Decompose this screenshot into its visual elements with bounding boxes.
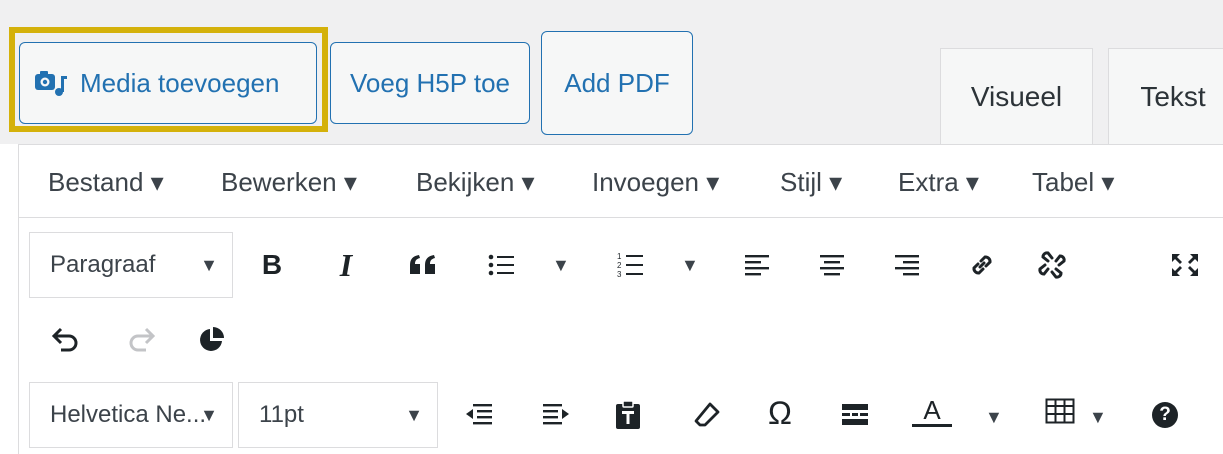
block-format-value: Paragraaf [50, 251, 156, 278]
menu-edit[interactable]: Bewerken ▾ [221, 167, 357, 198]
help-button[interactable]: ? [1148, 398, 1182, 432]
menu-insert[interactable]: Invoegen ▾ [592, 167, 719, 198]
font-family-value: Helvetica Ne... [50, 401, 207, 428]
numbered-list-icon: 123 [616, 251, 644, 279]
undo-button[interactable] [49, 323, 83, 357]
blockquote-icon [408, 254, 438, 276]
menu-file[interactable]: Bestand ▾ [48, 167, 164, 198]
redo-button[interactable] [124, 323, 158, 357]
add-h5p-button[interactable]: Voeg H5P toe [330, 42, 530, 124]
special-char-icon: Ω [768, 394, 792, 431]
help-icon: ? [1152, 402, 1178, 428]
add-pdf-button[interactable]: Add PDF [541, 31, 693, 135]
add-media-label: Media toevoegen [80, 67, 280, 98]
align-right-button[interactable] [890, 248, 924, 282]
table-icon [1045, 398, 1075, 424]
menu-view[interactable]: Bekijken ▾ [416, 167, 535, 198]
bullet-list-dropdown-icon[interactable]: ▼ [552, 255, 570, 276]
tab-visual-label: Visueel [970, 80, 1063, 112]
tab-visual[interactable]: Visueel [940, 48, 1093, 144]
svg-text:3: 3 [617, 270, 622, 279]
chart-button[interactable] [194, 323, 228, 357]
chevron-down-icon: ▼ [200, 254, 218, 275]
eraser-icon [693, 401, 721, 429]
table-button[interactable] [1043, 394, 1077, 428]
fullscreen-button[interactable] [1168, 248, 1202, 282]
bullet-list-button[interactable] [484, 248, 518, 282]
numbered-list-dropdown-icon[interactable]: ▼ [681, 255, 699, 276]
link-icon [967, 250, 997, 280]
special-character-button[interactable]: Ω [763, 394, 797, 431]
align-center-icon [819, 253, 845, 277]
chevron-down-icon: ▼ [200, 404, 218, 425]
paste-icon [614, 400, 642, 430]
text-color-icon: A [923, 394, 941, 425]
clear-formatting-button[interactable] [690, 398, 724, 432]
font-size-select[interactable]: 11pt ▼ [238, 382, 438, 448]
add-media-button[interactable]: Media toevoegen [19, 42, 317, 124]
editor-frame: Bestand ▾ Bewerken ▾ Bekijken ▾ Invoegen… [18, 144, 1223, 454]
tab-text[interactable]: Tekst [1108, 48, 1223, 144]
bold-icon: B [261, 249, 283, 280]
font-family-select[interactable]: Helvetica Ne... ▼ [29, 382, 233, 448]
text-color-button[interactable]: A [912, 394, 952, 428]
svg-text:1: 1 [617, 252, 622, 261]
bullet-list-icon [487, 252, 515, 278]
italic-icon: I [339, 246, 353, 283]
add-pdf-label: Add PDF [564, 67, 670, 98]
menu-table[interactable]: Tabel ▾ [1032, 167, 1114, 198]
indent-icon [542, 403, 570, 427]
text-color-underline [912, 423, 952, 427]
undo-icon [51, 327, 81, 353]
block-format-select[interactable]: Paragraaf ▼ [29, 232, 233, 298]
chevron-down-icon: ▼ [405, 404, 423, 425]
menu-tools[interactable]: Extra ▾ [898, 167, 979, 198]
pie-chart-icon [197, 326, 225, 354]
text-color-dropdown-icon[interactable]: ▼ [985, 407, 1003, 428]
page-break-button[interactable] [838, 398, 872, 432]
outdent-icon [465, 403, 493, 427]
paste-text-button[interactable] [611, 398, 645, 432]
italic-button[interactable]: I [329, 246, 363, 283]
align-right-icon [894, 253, 920, 277]
align-left-button[interactable] [740, 248, 774, 282]
indent-button[interactable] [539, 398, 573, 432]
table-dropdown-icon[interactable]: ▼ [1089, 407, 1107, 428]
unlink-button[interactable] [1035, 248, 1069, 282]
media-icon [34, 68, 68, 98]
bold-button[interactable]: B [255, 248, 289, 282]
blockquote-button[interactable] [406, 248, 440, 282]
outdent-button[interactable] [462, 398, 496, 432]
link-button[interactable] [965, 248, 999, 282]
fullscreen-icon [1171, 253, 1199, 277]
svg-text:2: 2 [617, 261, 622, 270]
unlink-icon [1036, 249, 1068, 281]
numbered-list-button[interactable]: 123 [613, 248, 647, 282]
add-h5p-label: Voeg H5P toe [350, 67, 510, 98]
menu-style[interactable]: Stijl ▾ [780, 167, 842, 198]
font-size-value: 11pt [259, 401, 304, 428]
menubar: Bestand ▾ Bewerken ▾ Bekijken ▾ Invoegen… [19, 145, 1223, 218]
align-left-icon [744, 253, 770, 277]
align-center-button[interactable] [815, 248, 849, 282]
page-break-icon [840, 402, 870, 428]
tab-text-label: Tekst [1140, 80, 1206, 112]
redo-icon [126, 327, 156, 353]
